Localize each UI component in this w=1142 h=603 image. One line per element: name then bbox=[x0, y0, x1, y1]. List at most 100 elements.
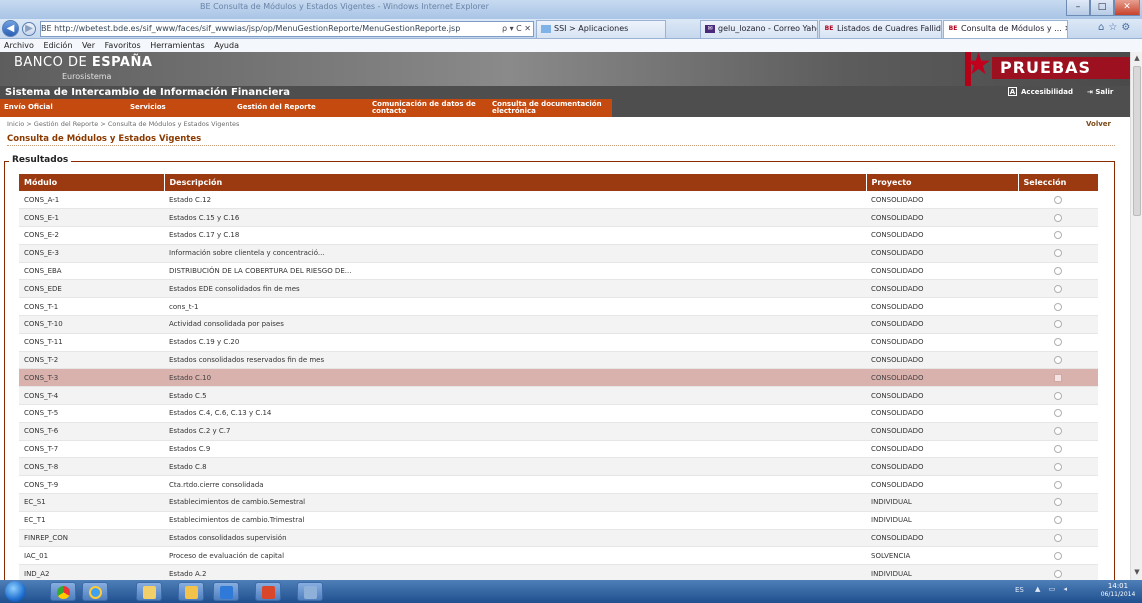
breadcrumb[interactable]: Inicio > Gestión del Reporte > Consulta … bbox=[7, 120, 239, 128]
select-radio[interactable] bbox=[1054, 391, 1062, 400]
close-window-button[interactable]: ✕ bbox=[1114, 0, 1140, 16]
menu-edicion[interactable]: Edición bbox=[43, 41, 72, 50]
select-radio[interactable] bbox=[1054, 195, 1062, 204]
select-radio[interactable] bbox=[1054, 373, 1062, 382]
cell-descripcion: Establecimientos de cambio.Semestral bbox=[164, 493, 866, 512]
tab-listados-cuadres[interactable]: BE Listados de Cuadres Fallidos bbox=[819, 20, 942, 38]
select-radio[interactable] bbox=[1054, 320, 1062, 329]
nav-envio-oficial[interactable]: Envío Oficial bbox=[4, 104, 53, 111]
select-radio[interactable] bbox=[1054, 302, 1062, 311]
language-indicator[interactable]: ES bbox=[1015, 586, 1024, 594]
cell-descripcion: Estados C.9 bbox=[164, 440, 866, 459]
cell-seleccion bbox=[1018, 475, 1098, 495]
vertical-scrollbar[interactable]: ▲ ▼ bbox=[1130, 52, 1142, 580]
tab-ssi-aplicaciones[interactable]: SSI > Aplicaciones bbox=[536, 20, 666, 38]
system-tray-icons[interactable]: ▲ ▭ ◂ bbox=[1035, 585, 1070, 593]
table-row[interactable]: FINREP_CON Estados consolidados supervisi… bbox=[19, 529, 1098, 548]
select-radio[interactable] bbox=[1054, 267, 1062, 276]
clock-time[interactable]: 14:01 bbox=[1098, 582, 1138, 590]
scroll-up-icon[interactable]: ▲ bbox=[1131, 52, 1142, 64]
scroll-down-icon[interactable]: ▼ bbox=[1131, 566, 1142, 578]
powerpoint-icon[interactable] bbox=[255, 582, 281, 601]
table-row[interactable]: EC_S1 Establecimientos de cambio.Semestra… bbox=[19, 493, 1098, 512]
cell-seleccion bbox=[1018, 297, 1098, 317]
select-radio[interactable] bbox=[1054, 516, 1062, 525]
nav-consulta-documentacion[interactable]: Consulta de documentación electrónica bbox=[492, 101, 607, 115]
table-row[interactable]: IAC_01 Proceso de evaluación de capital SO… bbox=[19, 546, 1098, 566]
table-row[interactable]: CONS_T-10 Actividad consolidada por paise… bbox=[19, 315, 1098, 334]
select-radio[interactable] bbox=[1054, 427, 1062, 436]
menu-ayuda[interactable]: Ayuda bbox=[214, 41, 239, 50]
nav-servicios[interactable]: Servicios bbox=[130, 104, 166, 111]
tab-consulta-modulos[interactable]: BE Consulta de Módulos y ... ✕ bbox=[943, 20, 1068, 38]
cell-modulo: CONS_A-1 bbox=[19, 191, 164, 210]
minimize-button[interactable]: – bbox=[1066, 0, 1090, 16]
table-row[interactable]: CONS_T-11 Estados C.19 y C.20 CONSOLIDADO bbox=[19, 333, 1098, 352]
table-row[interactable]: CONS_T-9 Cta.rtdo.cierre consolidada CONSO… bbox=[19, 475, 1098, 495]
select-radio[interactable] bbox=[1054, 356, 1062, 365]
cell-modulo: CONS_T-6 bbox=[19, 422, 164, 441]
table-row[interactable]: CONS_EBA DISTRIBUCIÓN DE LA COBERTURA DEL… bbox=[19, 262, 1098, 281]
select-radio[interactable] bbox=[1054, 551, 1062, 560]
table-row[interactable]: EC_T1 Establecimientos de cambio.Trimestr… bbox=[19, 511, 1098, 530]
tab-correo-yahoo[interactable]: ✉ gelu_lozano - Correo Yahoo bbox=[700, 20, 818, 38]
cell-proyecto: CONSOLIDADO bbox=[866, 475, 1018, 495]
file-explorer-icon[interactable] bbox=[136, 582, 162, 601]
column-header-modulo[interactable]: Módulo bbox=[19, 174, 165, 191]
menu-favoritos[interactable]: Favoritos bbox=[105, 41, 141, 50]
address-bar[interactable]: BE http://wbetest.bde.es/sif_www/faces/s… bbox=[40, 21, 534, 37]
select-radio[interactable] bbox=[1054, 480, 1062, 489]
select-radio[interactable] bbox=[1054, 338, 1062, 347]
chrome-icon[interactable] bbox=[50, 582, 76, 601]
scrollbar-thumb[interactable] bbox=[1133, 66, 1141, 216]
address-controls[interactable]: ρ ▾ C ✕ bbox=[502, 22, 531, 36]
select-radio[interactable] bbox=[1054, 213, 1062, 222]
app-icon[interactable] bbox=[297, 582, 323, 601]
table-row[interactable]: CONS_T-4 Estado C.5 CONSOLIDADO bbox=[19, 386, 1098, 406]
table-row[interactable]: CONS_T-7 Estados C.9 CONSOLIDADO bbox=[19, 440, 1098, 459]
table-row[interactable]: CONS_E-1 Estados C.15 y C.16 CONSOLIDADO bbox=[19, 208, 1098, 228]
menu-archivo[interactable]: Archivo bbox=[4, 41, 34, 50]
cell-proyecto: CONSOLIDADO bbox=[866, 279, 1018, 299]
salir-link[interactable]: ⇥ Salir bbox=[1087, 86, 1113, 99]
select-radio[interactable] bbox=[1054, 534, 1062, 543]
tab-label: Consulta de Módulos y ... ✕ bbox=[961, 24, 1068, 33]
table-row[interactable]: CONS_A-1 Estado C.12 CONSOLIDADO bbox=[19, 191, 1098, 210]
column-header-proyecto[interactable]: Proyecto bbox=[866, 174, 1019, 191]
home-favorites-settings-icons[interactable]: ⌂☆⚙ bbox=[1098, 22, 1134, 33]
table-row[interactable]: CONS_T-6 Estados C.2 y C.7 CONSOLIDADO bbox=[19, 422, 1098, 441]
back-arrow-icon[interactable]: ◀ bbox=[2, 20, 19, 37]
column-header-descripcion[interactable]: Descripción bbox=[164, 174, 867, 191]
menu-ver[interactable]: Ver bbox=[82, 41, 95, 50]
volver-link[interactable]: Volver bbox=[1086, 120, 1111, 128]
table-row[interactable]: CONS_E-3 Información sobre clientela y co… bbox=[19, 244, 1098, 263]
lync-icon[interactable] bbox=[213, 582, 239, 601]
table-row[interactable]: CONS_T-5 Estados C.4, C.6, C.13 y C.14 CON… bbox=[19, 404, 1098, 423]
select-radio[interactable] bbox=[1054, 569, 1062, 578]
table-row[interactable]: CONS_T-2 Estados consolidados reservados … bbox=[19, 351, 1098, 370]
accessibility-link[interactable]: A Accesibilidad bbox=[1008, 86, 1073, 99]
cell-proyecto: CONSOLIDADO bbox=[866, 404, 1018, 423]
outlook-icon[interactable] bbox=[178, 582, 204, 601]
nav-comunicacion-contacto[interactable]: Comunicación de datos de contacto bbox=[372, 101, 482, 115]
start-button[interactable] bbox=[5, 581, 26, 602]
table-row[interactable]: CONS_T-8 Estado C.8 CONSOLIDADO bbox=[19, 457, 1098, 477]
select-radio[interactable] bbox=[1054, 249, 1062, 258]
maximize-button[interactable]: □ bbox=[1090, 0, 1114, 16]
select-radio[interactable] bbox=[1054, 462, 1062, 471]
bde-logo[interactable]: BANCO DE ESPAÑA bbox=[14, 55, 152, 70]
table-row[interactable]: CONS_T-1 cons_t-1 CONSOLIDADO bbox=[19, 297, 1098, 317]
nav-gestion-reporte[interactable]: Gestión del Reporte bbox=[237, 104, 316, 111]
select-radio[interactable] bbox=[1054, 231, 1062, 240]
forward-arrow-icon[interactable]: ▶ bbox=[22, 22, 36, 36]
menu-herramientas[interactable]: Herramientas bbox=[150, 41, 205, 50]
table-row[interactable]: CONS_EDE Estados EDE consolidados fin de … bbox=[19, 279, 1098, 299]
select-radio[interactable] bbox=[1054, 498, 1062, 507]
select-radio[interactable] bbox=[1054, 445, 1062, 454]
select-radio[interactable] bbox=[1054, 284, 1062, 293]
select-radio[interactable] bbox=[1054, 409, 1062, 418]
table-row[interactable]: CONS_E-2 Estados C.17 y C.18 CONSOLIDADO bbox=[19, 226, 1098, 245]
table-row[interactable]: CONS_T-3 Estado C.10 CONSOLIDADO bbox=[19, 368, 1098, 388]
clock-date[interactable]: 06/11/2014 bbox=[1098, 591, 1138, 598]
internet-explorer-icon[interactable] bbox=[82, 582, 108, 601]
